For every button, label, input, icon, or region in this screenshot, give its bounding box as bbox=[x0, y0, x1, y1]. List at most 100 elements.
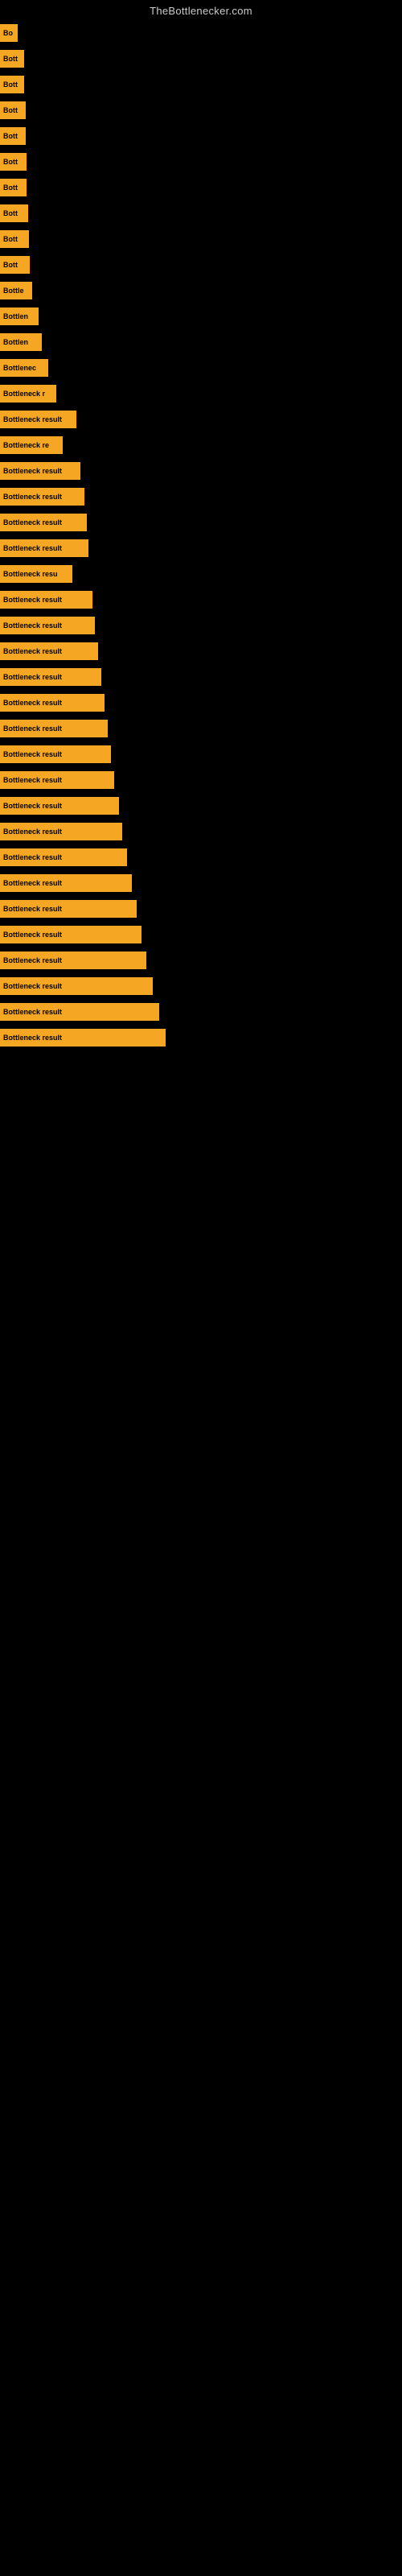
bar-label: Bottleneck result bbox=[3, 596, 62, 604]
bar-item: Bott bbox=[0, 179, 27, 196]
bar-item: Bottleneck result bbox=[0, 668, 101, 686]
bar-row: Bott bbox=[0, 175, 402, 200]
bar-label: Bott bbox=[3, 132, 18, 140]
bar-row: Bottleneck result bbox=[0, 947, 402, 973]
bar-row: Bottleneck result bbox=[0, 793, 402, 819]
bar-row: Bott bbox=[0, 252, 402, 278]
bar-label: Bott bbox=[3, 261, 18, 269]
bar-label: Bo bbox=[3, 29, 13, 37]
bar-label: Bottleneck result bbox=[3, 879, 62, 887]
bar-item: Bottleneck result bbox=[0, 694, 105, 712]
bar-row: Bottleneck result bbox=[0, 587, 402, 613]
bar-item: Bo bbox=[0, 24, 18, 42]
bar-row: Bottleneck result bbox=[0, 819, 402, 844]
bar-label: Bottleneck result bbox=[3, 982, 62, 990]
bar-label: Bottleneck result bbox=[3, 828, 62, 836]
bar-item: Bottleneck result bbox=[0, 977, 153, 995]
bar-item: Bottleneck result bbox=[0, 539, 88, 557]
bar-item: Bottleneck result bbox=[0, 514, 87, 531]
bar-label: Bott bbox=[3, 158, 18, 166]
bar-item: Bottleneck result bbox=[0, 720, 108, 737]
bar-label: Bottleneck result bbox=[3, 621, 62, 630]
bar-label: Bottleneck result bbox=[3, 750, 62, 758]
bar-row: Bottleneck resu bbox=[0, 561, 402, 587]
bar-row: Bott bbox=[0, 123, 402, 149]
bar-label: Bottleneck result bbox=[3, 931, 62, 939]
bar-label: Bottleneck result bbox=[3, 544, 62, 552]
bar-item: Bottleneck result bbox=[0, 952, 146, 969]
bar-row: Bott bbox=[0, 200, 402, 226]
bar-item: Bottleneck result bbox=[0, 1029, 166, 1046]
bar-row: Bottleneck r bbox=[0, 381, 402, 407]
bar-item: Bottle bbox=[0, 282, 32, 299]
bar-label: Bott bbox=[3, 209, 18, 217]
bar-row: Bottleneck result bbox=[0, 870, 402, 896]
bar-item: Bottleneck result bbox=[0, 926, 142, 943]
bar-row: Bottleneck result bbox=[0, 767, 402, 793]
bar-row: Bottleneck result bbox=[0, 638, 402, 664]
bar-label: Bottlen bbox=[3, 338, 28, 346]
bar-label: Bott bbox=[3, 80, 18, 89]
bar-row: Bottleneck result bbox=[0, 741, 402, 767]
bar-label: Bottleneck result bbox=[3, 1034, 62, 1042]
bar-row: Bottlen bbox=[0, 329, 402, 355]
bar-label: Bottleneck resu bbox=[3, 570, 58, 578]
bar-label: Bott bbox=[3, 55, 18, 63]
bar-label: Bottleneck result bbox=[3, 956, 62, 964]
bar-row: Bottleneck result bbox=[0, 484, 402, 510]
bar-item: Bottleneck r bbox=[0, 385, 56, 402]
bar-label: Bottleneck result bbox=[3, 724, 62, 733]
bar-item: Bottlenec bbox=[0, 359, 48, 377]
bar-row: Bottleneck result bbox=[0, 613, 402, 638]
bar-label: Bottleneck result bbox=[3, 493, 62, 501]
site-title: TheBottlenecker.com bbox=[0, 0, 402, 20]
bar-row: Bottleneck result bbox=[0, 896, 402, 922]
bar-item: Bottleneck result bbox=[0, 642, 98, 660]
bar-item: Bott bbox=[0, 153, 27, 171]
bar-label: Bottleneck result bbox=[3, 467, 62, 475]
bar-item: Bottleneck result bbox=[0, 874, 132, 892]
bar-item: Bottleneck resu bbox=[0, 565, 72, 583]
bar-item: Bottleneck result bbox=[0, 462, 80, 480]
bar-row: Bottleneck result bbox=[0, 664, 402, 690]
bar-row: Bo bbox=[0, 20, 402, 46]
bar-row: Bottleneck result bbox=[0, 690, 402, 716]
bar-item: Bottleneck result bbox=[0, 617, 95, 634]
bar-label: Bottleneck result bbox=[3, 1008, 62, 1016]
bar-label: Bottleneck r bbox=[3, 390, 45, 398]
bar-row: Bottleneck re bbox=[0, 432, 402, 458]
bar-item: Bottleneck result bbox=[0, 591, 92, 609]
bar-label: Bottleneck result bbox=[3, 518, 62, 526]
bar-label: Bottleneck result bbox=[3, 776, 62, 784]
bar-item: Bottleneck re bbox=[0, 436, 63, 454]
bar-item: Bott bbox=[0, 50, 24, 68]
bar-item: Bottleneck result bbox=[0, 488, 84, 506]
bar-item: Bottlen bbox=[0, 333, 42, 351]
bar-item: Bottleneck result bbox=[0, 848, 127, 866]
bar-label: Bottlen bbox=[3, 312, 28, 320]
bar-item: Bottleneck result bbox=[0, 745, 111, 763]
bar-item: Bottleneck result bbox=[0, 823, 122, 840]
bar-item: Bottleneck result bbox=[0, 771, 114, 789]
bar-item: Bott bbox=[0, 127, 26, 145]
bar-label: Bott bbox=[3, 235, 18, 243]
bar-label: Bottleneck result bbox=[3, 699, 62, 707]
bar-row: Bott bbox=[0, 149, 402, 175]
bar-row: Bott bbox=[0, 97, 402, 123]
bar-row: Bott bbox=[0, 72, 402, 97]
bar-label: Bottle bbox=[3, 287, 24, 295]
bar-row: Bottleneck result bbox=[0, 999, 402, 1025]
bar-row: Bottle bbox=[0, 278, 402, 303]
bar-row: Bottleneck result bbox=[0, 535, 402, 561]
bar-row: Bottleneck result bbox=[0, 458, 402, 484]
bar-label: Bottleneck re bbox=[3, 441, 49, 449]
bar-item: Bott bbox=[0, 76, 24, 93]
bar-label: Bottleneck result bbox=[3, 673, 62, 681]
bar-item: Bott bbox=[0, 256, 30, 274]
bar-item: Bottleneck result bbox=[0, 411, 76, 428]
bar-row: Bottlen bbox=[0, 303, 402, 329]
bar-row: Bottleneck result bbox=[0, 973, 402, 999]
bar-row: Bottleneck result bbox=[0, 844, 402, 870]
bar-label: Bottleneck result bbox=[3, 647, 62, 655]
bar-row: Bottleneck result bbox=[0, 407, 402, 432]
